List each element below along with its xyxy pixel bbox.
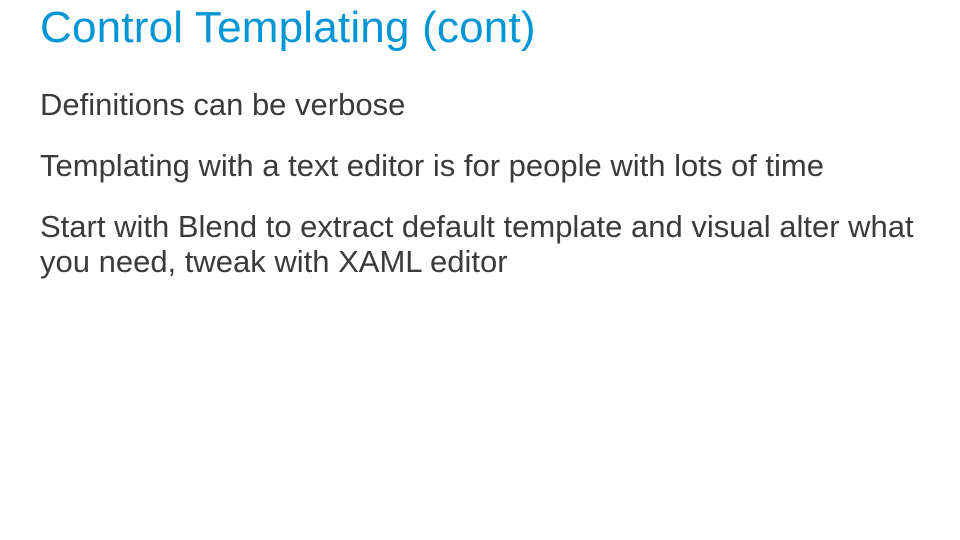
slide-title: Control Templating (cont) xyxy=(40,4,920,52)
slide: Control Templating (cont) Definitions ca… xyxy=(0,0,960,540)
bullet-3: Start with Blend to extract default temp… xyxy=(40,210,920,279)
bullet-1: Definitions can be verbose xyxy=(40,88,920,123)
bullet-2: Templating with a text editor is for peo… xyxy=(40,149,920,184)
